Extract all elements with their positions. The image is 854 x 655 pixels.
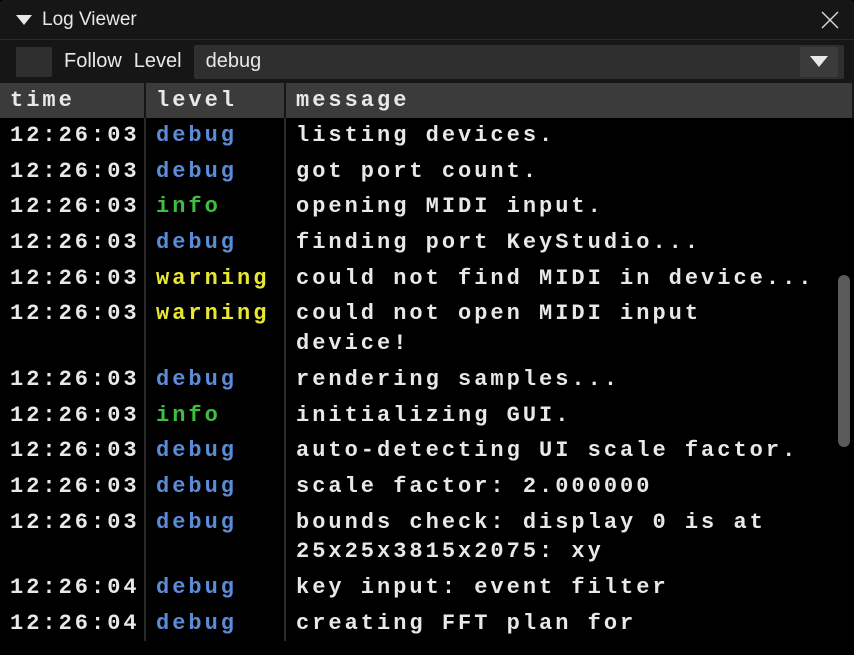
cell-time: 12:26:03: [0, 362, 146, 398]
cell-time: 12:26:03: [0, 118, 146, 154]
cell-message: initializing GUI.: [286, 398, 854, 434]
cell-time: 12:26:03: [0, 154, 146, 190]
cell-message: rendering samples...: [286, 362, 854, 398]
cell-level: debug: [146, 570, 286, 606]
cell-message: scale factor: 2.000000: [286, 469, 854, 505]
cell-time: 12:26:04: [0, 606, 146, 642]
cell-level: debug: [146, 469, 286, 505]
cell-time: 12:26:03: [0, 469, 146, 505]
level-select[interactable]: debug: [194, 45, 844, 79]
close-button[interactable]: [816, 6, 844, 34]
follow-label: Follow: [64, 50, 122, 73]
log-viewer-window: Log Viewer Follow Level debug time level…: [0, 0, 854, 655]
cell-level: debug: [146, 154, 286, 190]
cell-level: debug: [146, 225, 286, 261]
cell-message: creating FFT plan for: [286, 606, 854, 642]
cell-level: debug: [146, 118, 286, 154]
scrollbar-thumb[interactable]: [838, 275, 850, 447]
chevron-down-icon: [810, 56, 828, 67]
cell-level: info: [146, 398, 286, 434]
header-time[interactable]: time: [0, 83, 146, 118]
cell-time: 12:26:03: [0, 505, 146, 570]
cell-level: debug: [146, 362, 286, 398]
cell-message: listing devices.: [286, 118, 854, 154]
cell-level: info: [146, 189, 286, 225]
cell-message: bounds check: display 0 is at 25x25x3815…: [286, 505, 854, 570]
level-selected-value: debug: [206, 50, 262, 73]
cell-time: 12:26:03: [0, 261, 146, 297]
cell-time: 12:26:03: [0, 296, 146, 361]
cell-level: debug: [146, 505, 286, 570]
cell-message: finding port KeyStudio...: [286, 225, 854, 261]
cell-time: 12:26:03: [0, 398, 146, 434]
cell-time: 12:26:03: [0, 225, 146, 261]
cell-message: auto-detecting UI scale factor.: [286, 433, 854, 469]
log-table: time level message 12:26:03debuglisting …: [0, 83, 854, 655]
cell-level: debug: [146, 606, 286, 642]
collapse-icon[interactable]: [16, 15, 32, 25]
header-level[interactable]: level: [146, 83, 286, 118]
level-dropdown-button[interactable]: [800, 47, 838, 77]
cell-time: 12:26:03: [0, 433, 146, 469]
cell-time: 12:26:03: [0, 189, 146, 225]
follow-checkbox[interactable]: [16, 47, 52, 77]
close-icon: [819, 9, 841, 31]
cell-message: could not find MIDI in device...: [286, 261, 854, 297]
toolbar: Follow Level debug: [0, 40, 854, 83]
cell-level: warning: [146, 296, 286, 361]
level-label: Level: [134, 50, 182, 73]
cell-time: 12:26:04: [0, 570, 146, 606]
cell-message: got port count.: [286, 154, 854, 190]
cell-level: debug: [146, 433, 286, 469]
titlebar: Log Viewer: [0, 0, 854, 40]
cell-message: could not open MIDI input device!: [286, 296, 854, 361]
cell-message: opening MIDI input.: [286, 189, 854, 225]
cell-message: key input: event filter: [286, 570, 854, 606]
window-title: Log Viewer: [42, 9, 816, 31]
header-message[interactable]: message: [286, 83, 854, 118]
cell-level: warning: [146, 261, 286, 297]
